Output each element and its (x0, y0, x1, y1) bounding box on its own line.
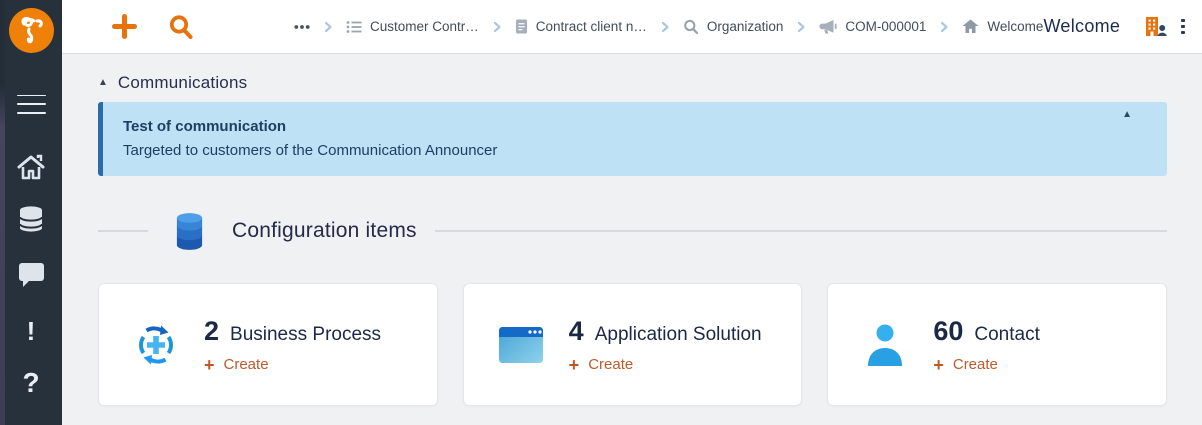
communications-section: ▲ Communications Test of communication T… (98, 72, 1167, 176)
plus-icon: + (204, 356, 215, 374)
breadcrumb-item-customer-contracts[interactable]: Customer Contr… (346, 19, 479, 34)
breadcrumb-item-welcome[interactable]: Welcome (962, 19, 1043, 34)
chevron-right-icon (794, 20, 808, 34)
plus-icon: + (933, 356, 944, 374)
home-icon (17, 154, 45, 180)
sidebar-item-help[interactable]: ? (0, 367, 62, 399)
divider-line (435, 230, 1167, 232)
plus-icon (112, 14, 137, 39)
ellipsis-icon (294, 24, 310, 30)
breadcrumb-item-organization[interactable]: Organization (683, 19, 784, 35)
quick-create-button[interactable] (112, 14, 137, 39)
create-business-process-link[interactable]: + Create (204, 356, 381, 374)
chevron-right-icon (321, 20, 335, 34)
organization-user-button[interactable] (1144, 16, 1168, 37)
plus-icon: + (569, 356, 580, 374)
topbar-right: Welcome (1043, 16, 1184, 37)
document-icon (515, 19, 528, 34)
database-icon (18, 205, 44, 233)
app-window: ! ? (0, 0, 1202, 425)
card-label-link[interactable]: Application Solution (595, 324, 762, 346)
question-icon: ? (22, 367, 39, 399)
create-contact-link[interactable]: + Create (933, 356, 1040, 374)
create-label: Create (953, 356, 998, 373)
breadcrumb-label: COM-000001 (845, 19, 926, 34)
communications-title: Communications (118, 73, 247, 93)
chevron-right-icon (658, 20, 672, 34)
summary-card-contact[interactable]: 60 Contact + Create (827, 283, 1167, 406)
list-icon (346, 20, 362, 34)
organization-user-icon (1144, 16, 1168, 37)
kebab-menu-button[interactable] (1181, 19, 1185, 35)
sidebar-item-home[interactable] (0, 153, 62, 181)
contact-icon (860, 320, 910, 370)
search-icon (683, 19, 699, 35)
chevron-right-icon (490, 20, 504, 34)
item-count: 2 (204, 316, 219, 347)
search-icon (168, 14, 194, 40)
chevron-right-icon (937, 20, 951, 34)
kebab-icon (1181, 19, 1185, 23)
breadcrumb-item-contract[interactable]: Contract client n… (515, 19, 647, 34)
top-bar: Customer Contr… Contract client n… (62, 0, 1202, 54)
summary-card-business-process[interactable]: 2 Business Process + Create (98, 283, 438, 406)
menu-icon (17, 95, 46, 97)
page-title: Welcome (1043, 16, 1120, 37)
breadcrumb-item-communication[interactable]: COM-000001 (819, 19, 926, 34)
configuration-items-title: Configuration items (232, 219, 417, 243)
item-count: 60 (933, 316, 963, 347)
divider-line (98, 230, 148, 232)
home-icon (962, 19, 979, 34)
chat-icon (18, 262, 45, 288)
breadcrumb-label: Customer Contr… (370, 19, 479, 34)
menu-toggle-button[interactable] (0, 91, 62, 117)
create-label: Create (224, 356, 269, 373)
summary-cards-row: 2 Business Process + Create (98, 283, 1167, 406)
communication-title: Test of communication (123, 115, 1107, 138)
breadcrumb-label: Contract client n… (536, 19, 647, 34)
create-application-solution-link[interactable]: + Create (569, 356, 762, 374)
communications-header[interactable]: ▲ Communications (98, 72, 1167, 94)
main-content: ▲ Communications Test of communication T… (62, 54, 1202, 425)
breadcrumb-label: Organization (707, 19, 784, 34)
sidebar: ! ? (0, 0, 62, 425)
database-blue-icon (174, 212, 205, 251)
breadcrumb: Customer Contr… Contract client n… (294, 19, 1043, 35)
item-count: 4 (569, 316, 584, 347)
configuration-items-header: Configuration items (98, 212, 1167, 250)
banner-collapse-icon[interactable]: ▲ (1122, 109, 1132, 120)
sidebar-item-data-model[interactable] (0, 205, 62, 233)
breadcrumb-label: Welcome (987, 19, 1043, 34)
create-label: Create (588, 356, 633, 373)
collapse-caret-icon[interactable]: ▲ (98, 78, 108, 88)
card-label-link[interactable]: Business Process (230, 324, 381, 346)
sidebar-item-alerts[interactable]: ! (0, 316, 62, 346)
communication-banner[interactable]: Test of communication Targeted to custom… (98, 102, 1167, 176)
summary-card-application-solution[interactable]: 4 Application Solution + Create (463, 283, 803, 406)
app-logo[interactable] (0, 8, 62, 53)
window-edge (0, 0, 5, 425)
application-solution-icon (496, 320, 546, 370)
logo-icon (9, 8, 54, 53)
global-search-button[interactable] (168, 14, 194, 40)
business-process-icon (131, 320, 181, 370)
sidebar-item-communications[interactable] (0, 261, 62, 289)
communication-body: Targeted to customers of the Communicati… (123, 138, 1107, 163)
card-label-link[interactable]: Contact (974, 324, 1039, 346)
megaphone-icon (819, 19, 837, 34)
breadcrumb-overflow-button[interactable] (294, 24, 310, 30)
configuration-items-section: Configuration items (98, 212, 1167, 406)
exclamation-icon: ! (27, 316, 36, 347)
